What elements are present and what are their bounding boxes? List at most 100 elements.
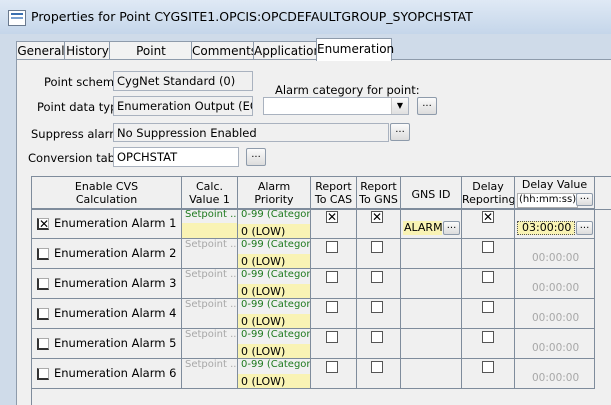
row4-gnsid-cell[interactable] — [401, 299, 462, 329]
row5-alarm-name: Enumeration Alarm 5 — [54, 336, 177, 350]
row3-gnsid-cell[interactable] — [401, 269, 462, 299]
tab-application[interactable]: Application — [253, 41, 321, 60]
header-enable-cvs: Enable CVS Calculation — [32, 177, 182, 209]
row4-priority-range: 0-99 (Category) — [241, 299, 311, 310]
row1-enable-checkbox[interactable]: ✕ — [37, 218, 49, 230]
row4-delay-rep-checkbox[interactable] — [482, 301, 494, 313]
row2-delay-cell[interactable]: 00:00:00 — [515, 239, 595, 269]
row5-gns-checkbox[interactable] — [371, 331, 383, 343]
row5-gns-cell — [357, 329, 401, 359]
conversion-table-browse-button[interactable]: ... — [246, 148, 266, 166]
row5-priority-cell[interactable]: 0-99 (Category) 0 (LOW) — [238, 329, 311, 359]
conversion-table-input[interactable]: OPCHSTAT — [113, 147, 239, 167]
row3-enable-checkbox[interactable] — [37, 278, 49, 290]
row3-enable-cell: Enumeration Alarm 3 — [32, 269, 182, 299]
row3-cas-cell — [311, 269, 357, 299]
row4-enable-checkbox[interactable] — [37, 308, 49, 320]
row6-cas-cell — [311, 359, 357, 389]
row5-calc-cell[interactable]: Setpoint ... — [182, 329, 238, 359]
row2-enable-cell: Enumeration Alarm 2 — [32, 239, 182, 269]
row3-calc-cell[interactable]: Setpoint ... — [182, 269, 238, 299]
row2-priority-cell[interactable]: 0-99 (Category) 0 (LOW) — [238, 239, 311, 269]
row5-gnsid-cell[interactable] — [401, 329, 462, 359]
row2-cas-cell — [311, 239, 357, 269]
row6-delay-cell[interactable]: 00:00:00 — [515, 359, 595, 389]
row3-alarm-name: Enumeration Alarm 3 — [54, 276, 177, 290]
row2-calc-label: Setpoint ... — [185, 239, 238, 250]
row6-delay-rep-cell — [462, 359, 515, 389]
row3-gns-checkbox[interactable] — [371, 271, 383, 283]
row2-gns-checkbox[interactable] — [371, 241, 383, 253]
header-delay-value-label: Delay Value — [521, 178, 588, 191]
row1-priority-cell[interactable]: 0-99 (Category) 0 (LOW) — [238, 209, 311, 239]
row6-gns-checkbox[interactable] — [371, 361, 383, 373]
row4-delay-value: 00:00:00 — [532, 312, 580, 324]
row1-calc-label: Setpoint ... — [185, 209, 238, 220]
header-delay-format: (hh:mm:ss) — [517, 193, 578, 208]
row4-calc-label: Setpoint ... — [185, 299, 238, 310]
row6-calc-cell[interactable]: Setpoint ... — [182, 359, 238, 389]
alarm-category-select[interactable]: ▼ — [263, 97, 409, 115]
header-delay-browse-button[interactable]: ... — [576, 192, 593, 206]
row3-delay-rep-checkbox[interactable] — [482, 271, 494, 283]
row1-delay-rep-checkbox[interactable]: ✕ — [482, 211, 494, 223]
row6-enable-checkbox[interactable] — [37, 368, 49, 380]
row1-delay-input[interactable]: 03:00:00 — [517, 221, 575, 235]
row1-gns-cell: ✕ — [357, 209, 401, 239]
row3-cas-checkbox[interactable] — [326, 271, 338, 283]
point-scheme-field: CygNet Standard (0) — [113, 71, 253, 91]
row2-gnsid-cell[interactable] — [401, 239, 462, 269]
row1-gnsid-value[interactable]: ALARM — [403, 221, 443, 235]
row1-gnsid-browse-button[interactable]: ... — [443, 221, 460, 235]
row5-enable-checkbox[interactable] — [37, 338, 49, 350]
row1-cas-checkbox[interactable]: ✕ — [326, 211, 338, 223]
tab-general[interactable]: General — [16, 41, 66, 60]
row6-calc-label: Setpoint ... — [185, 359, 238, 370]
row5-cas-checkbox[interactable] — [326, 331, 338, 343]
row6-priority-range: 0-99 (Category) — [241, 359, 311, 370]
enumeration-alarm-grid: Enable CVS Calculation Calc. Value 1 Ala… — [31, 176, 611, 405]
alarm-category-browse-button[interactable]: ... — [417, 97, 437, 115]
tab-comments[interactable]: Comments — [191, 41, 257, 60]
tab-history[interactable]: History — [64, 41, 111, 60]
tab-enumeration[interactable]: Enumeration — [316, 38, 394, 61]
row1-calc-cell[interactable]: Setpoint ... — [182, 209, 238, 239]
row4-delay-cell[interactable]: 00:00:00 — [515, 299, 595, 329]
row2-delay-rep-checkbox[interactable] — [482, 241, 494, 253]
row6-gnsid-cell[interactable] — [401, 359, 462, 389]
row1-gns-checkbox[interactable]: ✕ — [371, 211, 383, 223]
row2-cas-checkbox[interactable] — [326, 241, 338, 253]
row2-calc-cell[interactable]: Setpoint ... — [182, 239, 238, 269]
chevron-down-icon[interactable]: ▼ — [391, 98, 408, 114]
row4-cas-checkbox[interactable] — [326, 301, 338, 313]
row5-delay-rep-checkbox[interactable] — [482, 331, 494, 343]
row4-priority-cell[interactable]: 0-99 (Category) 0 (LOW) — [238, 299, 311, 329]
row6-priority-cell[interactable]: 0-99 (Category) 0 (LOW) — [238, 359, 311, 389]
tab-point-reference[interactable]: Point reference — [109, 41, 193, 76]
row4-calc-cell[interactable]: Setpoint ... — [182, 299, 238, 329]
header-report-gns: Report To GNS — [357, 177, 401, 209]
row2-enable-checkbox[interactable] — [37, 248, 49, 260]
row4-priority-value: 0 (LOW) — [238, 314, 310, 328]
row6-cas-checkbox[interactable] — [326, 361, 338, 373]
row6-gns-cell — [357, 359, 401, 389]
suppress-alarms-field: No Suppression Enabled — [113, 123, 389, 142]
row2-priority-range: 0-99 (Category) — [241, 239, 311, 250]
header-alarm-priority: Alarm Priority — [238, 177, 311, 209]
row1-delay-browse-button[interactable]: ... — [576, 221, 593, 235]
row3-priority-cell[interactable]: 0-99 (Category) 0 (LOW) — [238, 269, 311, 299]
alarm-category-label: Alarm category for point: — [275, 83, 420, 97]
header-calc-value: Calc. Value 1 — [182, 177, 238, 209]
header-delay-reporting: Delay Reporting — [462, 177, 515, 209]
row4-gns-checkbox[interactable] — [371, 301, 383, 313]
title-bar[interactable]: Properties for Point CYGSITE1.OPCIS:OPCD… — [0, 0, 611, 34]
row3-delay-rep-cell — [462, 269, 515, 299]
row5-delay-cell[interactable]: 00:00:00 — [515, 329, 595, 359]
suppress-alarms-browse-button[interactable]: ... — [390, 123, 410, 141]
row1-cas-cell: ✕ — [311, 209, 357, 239]
row3-delay-cell[interactable]: 00:00:00 — [515, 269, 595, 299]
header-report-cas: Report To CAS — [311, 177, 357, 209]
row2-delay-rep-cell — [462, 239, 515, 269]
row1-priority-value: 0 (LOW) — [238, 224, 310, 238]
row6-delay-rep-checkbox[interactable] — [482, 361, 494, 373]
